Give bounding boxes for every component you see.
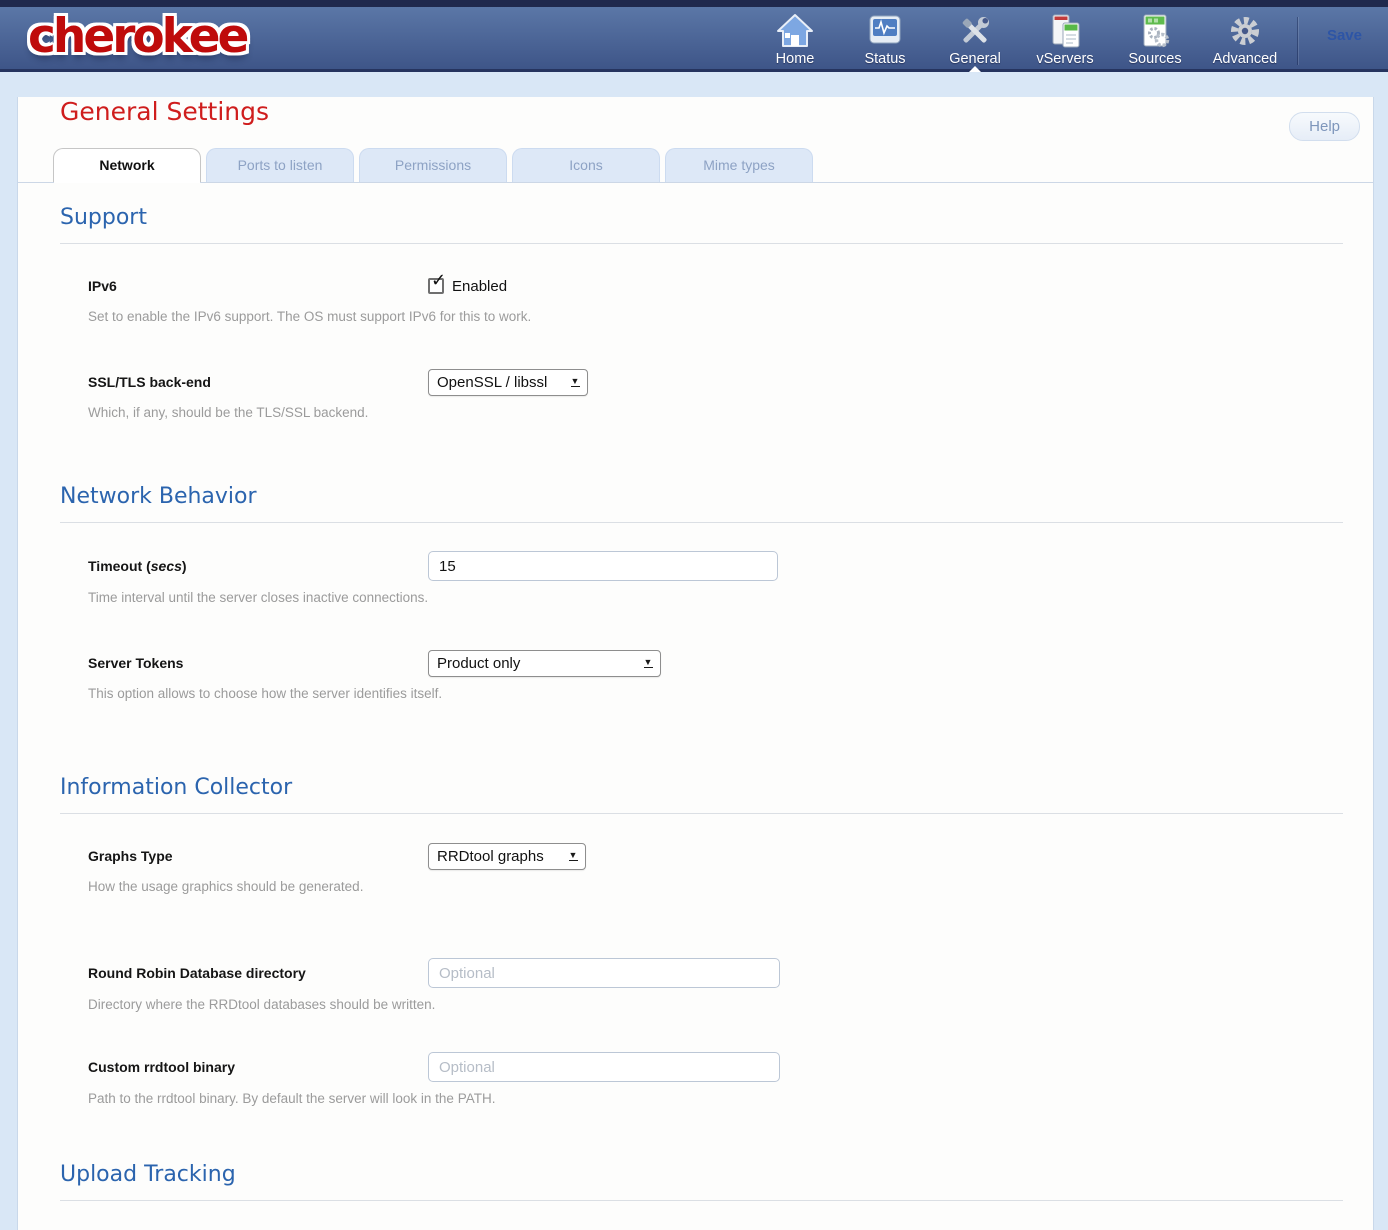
- tab-permissions[interactable]: Permissions: [359, 148, 507, 182]
- section-title: Information Collector: [60, 775, 1343, 814]
- nav-item-home[interactable]: Home: [750, 10, 840, 69]
- ssl-tls-backend-select[interactable]: OpenSSL / libssl ▼: [428, 369, 588, 396]
- header-bar: cherokee Home: [0, 7, 1388, 69]
- content-area: Help General Settings Network Ports to l…: [17, 97, 1374, 1230]
- rrd-directory-input[interactable]: [428, 958, 780, 988]
- field-description: Path to the rrdtool binary. By default t…: [88, 1091, 1343, 1106]
- checkmark-icon: ✓: [431, 271, 446, 289]
- tab-bar: Network Ports to listen Permissions Icon…: [18, 148, 1373, 183]
- rrdtool-binary-input[interactable]: [428, 1052, 780, 1082]
- field-label: Custom rrdtool binary: [88, 1059, 428, 1075]
- section-upload-tracking: Upload Tracking Upload Tracking Disabled…: [18, 1162, 1373, 1230]
- field-label: Round Robin Database directory: [88, 965, 428, 981]
- field-rrd-directory: Round Robin Database directory Directory…: [88, 958, 1343, 1012]
- field-graphs-type: Graphs Type RRDtool graphs ▼ How the usa…: [88, 842, 1343, 894]
- field-server-tokens: Server Tokens Product only ▼ This option…: [88, 649, 1343, 701]
- status-icon: [840, 10, 930, 50]
- nav-label: Home: [750, 51, 840, 67]
- field-description: Directory where the RRDtool databases sh…: [88, 997, 1343, 1012]
- section-information-collector: Information Collector Graphs Type RRDtoo…: [18, 775, 1373, 1106]
- active-section-caret: [969, 66, 981, 72]
- field-label: IPv6: [88, 278, 428, 294]
- field-label: Server Tokens: [88, 655, 428, 671]
- nav-divider: [1297, 17, 1298, 65]
- section-title: Upload Tracking: [60, 1162, 1343, 1201]
- field-timeout: Timeout (secs) Time interval until the s…: [88, 551, 1343, 605]
- field-label: Graphs Type: [88, 848, 428, 864]
- nav-label: Advanced: [1200, 51, 1290, 67]
- field-ssl-tls-backend: SSL/TLS back-end OpenSSL / libssl ▼ Whic…: [88, 368, 1343, 420]
- field-description: How the usage graphics should be generat…: [88, 879, 1343, 894]
- field-ipv6: IPv6 ✓ Enabled Set to enable the IPv6 su…: [88, 272, 1343, 324]
- tab-mime-types[interactable]: Mime types: [665, 148, 813, 182]
- help-button[interactable]: Help: [1289, 112, 1360, 141]
- nav-item-sources[interactable]: Sources: [1110, 10, 1200, 69]
- page-title: General Settings: [60, 97, 1373, 126]
- chevron-down-icon: ▼: [638, 658, 658, 668]
- app-header: cherokee Home: [0, 0, 1388, 72]
- section-support: Support IPv6 ✓ Enabled Set to enable the…: [18, 205, 1373, 420]
- select-value: Product only: [429, 655, 638, 672]
- tab-icons[interactable]: Icons: [512, 148, 660, 182]
- field-label: Timeout (secs): [88, 558, 428, 574]
- tab-ports-to-listen[interactable]: Ports to listen: [206, 148, 354, 182]
- ipv6-enabled-checkbox[interactable]: ✓: [428, 278, 444, 294]
- nav-item-general[interactable]: General: [930, 10, 1020, 69]
- checkbox-label: Enabled: [452, 278, 507, 295]
- field-description: Time interval until the server closes in…: [88, 590, 1343, 605]
- select-value: RRDtool graphs: [429, 848, 563, 865]
- main-nav: Home Status: [750, 10, 1290, 69]
- chevron-down-icon: ▼: [565, 377, 585, 387]
- nav-label: Sources: [1110, 51, 1200, 67]
- field-description: Which, if any, should be the TLS/SSL bac…: [88, 405, 1343, 420]
- cherokee-logo: cherokee: [28, 9, 246, 64]
- general-icon: [930, 10, 1020, 50]
- nav-label: vServers: [1020, 51, 1110, 67]
- section-title: Support: [60, 205, 1343, 244]
- advanced-icon: [1200, 10, 1290, 50]
- server-tokens-select[interactable]: Product only ▼: [428, 650, 661, 677]
- nav-label: Status: [840, 51, 930, 67]
- chevron-down-icon: ▼: [563, 851, 583, 861]
- select-value: OpenSSL / libssl: [429, 374, 565, 391]
- nav-item-advanced[interactable]: Advanced: [1200, 10, 1290, 69]
- nav-item-status[interactable]: Status: [840, 10, 930, 69]
- header-top-strip: [0, 0, 1388, 7]
- graphs-type-select[interactable]: RRDtool graphs ▼: [428, 843, 586, 870]
- section-title: Network Behavior: [60, 484, 1343, 523]
- save-button[interactable]: Save: [1327, 27, 1362, 44]
- field-description: Set to enable the IPv6 support. The OS m…: [88, 309, 1343, 324]
- section-network-behavior: Network Behavior Timeout (secs) Time int…: [18, 484, 1373, 701]
- timeout-input[interactable]: [428, 551, 778, 581]
- home-icon: [750, 10, 840, 50]
- nav-label: General: [930, 51, 1020, 67]
- field-rrdtool-binary: Custom rrdtool binary Path to the rrdtoo…: [88, 1052, 1343, 1106]
- tab-network[interactable]: Network: [53, 148, 201, 182]
- field-label: SSL/TLS back-end: [88, 374, 428, 390]
- nav-item-vservers[interactable]: vServers: [1020, 10, 1110, 69]
- field-description: This option allows to choose how the ser…: [88, 686, 1343, 701]
- sources-icon: [1110, 10, 1200, 50]
- vservers-icon: [1020, 10, 1110, 50]
- header-bottom-line: [0, 69, 1388, 72]
